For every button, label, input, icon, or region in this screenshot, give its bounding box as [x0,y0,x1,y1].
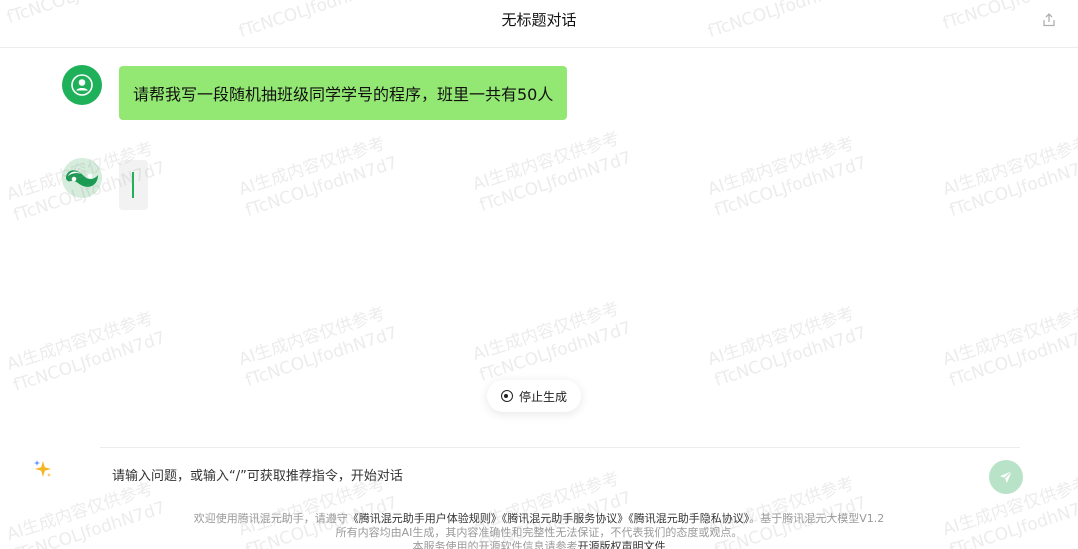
watermark: AI生成内容仅供参考fTcNCOLJfodhN7d7 [470,128,634,216]
privacy-agreement-link[interactable]: 《腾讯混元助手隐私协议》 [628,512,749,525]
user-rules-link[interactable]: 《腾讯混元助手用户体验规则》 [348,512,502,525]
footer-model-version: 。基于腾讯混元大模型V1.2 [749,512,885,525]
user-message-text: 请帮我写一段随机抽班级同学学号的程序，班里一共有50人 [133,85,554,104]
chat-input[interactable] [100,458,960,494]
prompt-suggestions-button[interactable] [32,458,54,480]
stop-generating-label: 停止生成 [518,389,567,404]
watermark: AI生成内容仅供参考fTcNCOLJfodhN7d7 [705,133,869,221]
watermark: AI生成内容仅供参考fTcNCOLJfodhN7d7 [940,133,1078,221]
footer-opensource-text: 本服务使用的开源软件信息请参考 [412,540,578,549]
assistant-avatar [62,158,102,198]
share-icon [1043,13,1055,27]
stop-generating-button[interactable]: 停止生成 [487,380,581,412]
typing-cursor [132,172,134,198]
watermark: AI生成内容仅供参考fTcNCOLJfodhN7d7 [4,308,168,396]
watermark: AI生成内容仅供参考fTcNCOLJfodhN7d7 [236,303,400,391]
footer-line-3: 本服务使用的开源软件信息请参考开源版权声明文件 [0,540,1078,549]
footer-line-2: 所有内容均由AI生成，其内容准确性和完整性无法保证，不代表我们的态度或观点。 [335,526,743,539]
footer-line-1: 欢迎使用腾讯混元助手，请遵守《腾讯混元助手用户体验规则》《腾讯混元助手服务协议》… [0,512,1078,526]
conversation-title: 无标题对话 [501,11,577,29]
footer-disclaimer: 欢迎使用腾讯混元助手，请遵守《腾讯混元助手用户体验规则》《腾讯混元助手服务协议》… [0,512,1078,549]
user-message-bubble: 请帮我写一段随机抽班级同学学号的程序，班里一共有50人 [119,66,568,120]
share-button[interactable] [1038,9,1060,31]
watermark: AI生成内容仅供参考fTcNCOLJfodhN7d7 [705,303,869,391]
send-button[interactable] [989,460,1023,494]
service-agreement-link[interactable]: 《腾讯混元助手服务协议》 [502,512,629,525]
hunyuan-logo-icon [62,158,102,198]
user-avatar [62,65,102,105]
watermark: AI生成内容仅供参考fTcNCOLJfodhN7d7 [236,133,400,221]
stop-icon [500,390,513,402]
input-divider [100,447,1020,448]
footer-prefix: 欢迎使用腾讯混元助手，请遵守 [193,512,348,525]
opensource-license-link[interactable]: 开源版权声明文件 [578,540,666,549]
assistant-message-bubble [119,160,148,210]
sparkle-icon [34,460,51,477]
user-avatar-icon [71,74,93,96]
top-bar: 无标题对话 [0,0,1078,48]
send-icon [1000,470,1013,483]
watermark: AI生成内容仅供参考fTcNCOLJfodhN7d7 [470,298,634,386]
watermark: AI生成内容仅供参考fTcNCOLJfodhN7d7 [940,303,1078,391]
